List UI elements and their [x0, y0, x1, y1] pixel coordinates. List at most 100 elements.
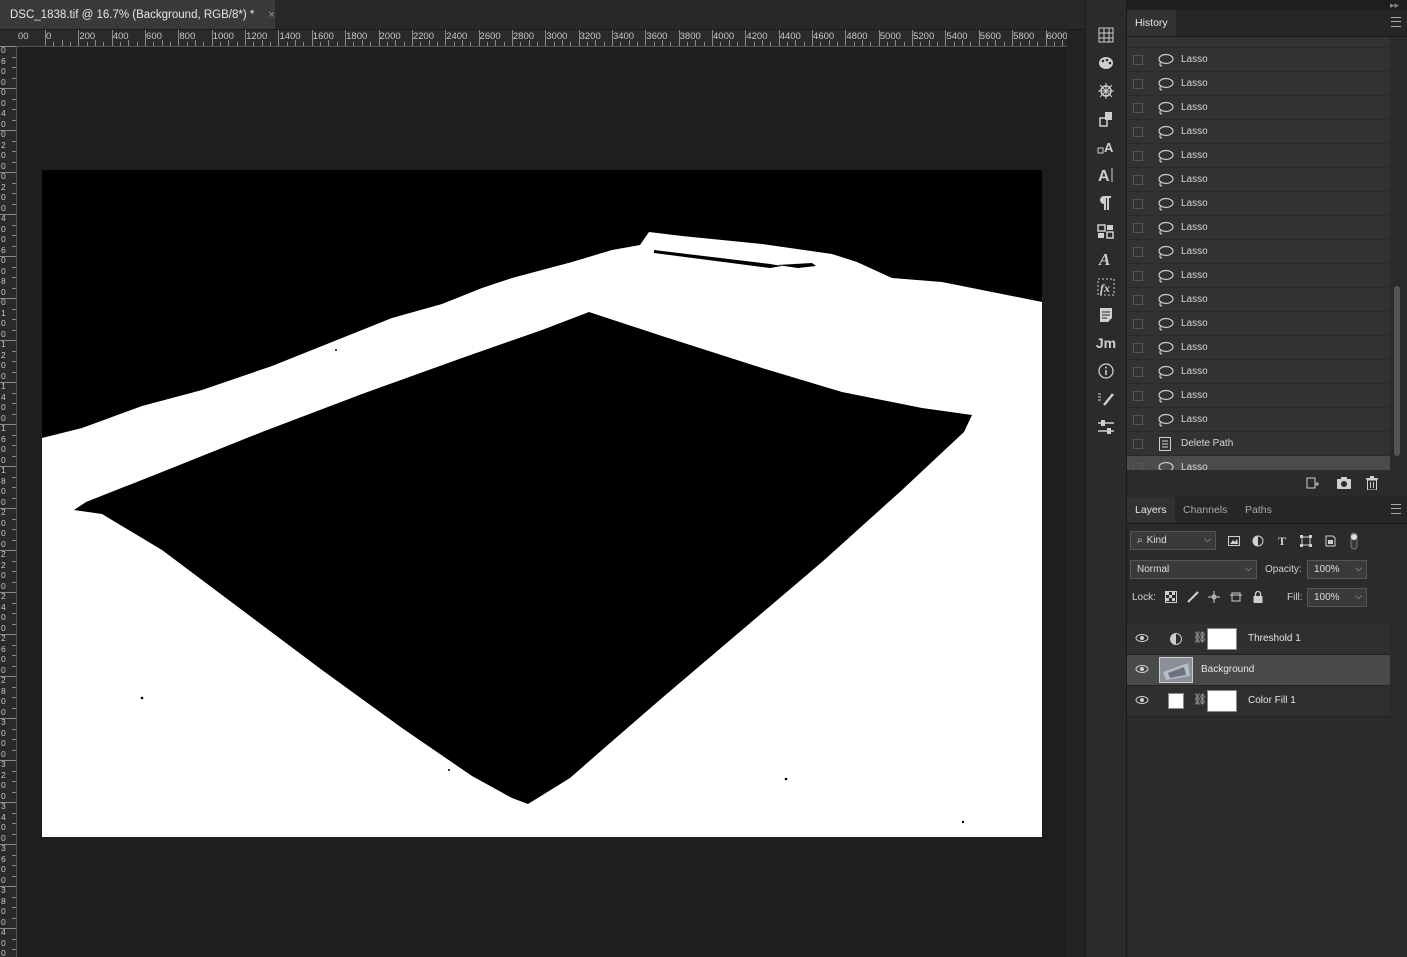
history-snapshot-checkbox[interactable] [1133, 270, 1143, 281]
history-item[interactable]: Lasso [1127, 360, 1390, 384]
layer-mask-thumbnail[interactable] [1207, 628, 1237, 650]
palette-icon[interactable] [1096, 53, 1116, 73]
filter-smart-object-icon[interactable] [1323, 534, 1337, 548]
chevron-down-icon[interactable]: ⌵ [1355, 563, 1362, 574]
layer-thumbnail[interactable] [1159, 657, 1193, 683]
link-icon[interactable]: ⛓ [1193, 631, 1207, 644]
history-item[interactable]: Lasso [1127, 120, 1390, 144]
history-item[interactable]: Lasso [1127, 384, 1390, 408]
lock-image-pixels-icon[interactable] [1186, 590, 1200, 604]
scrollbar-thumb[interactable] [1394, 286, 1400, 456]
character-style-icon[interactable]: A [1096, 137, 1116, 157]
grid-icon[interactable] [1096, 25, 1116, 45]
jm-icon[interactable]: Jm [1096, 333, 1116, 353]
filter-adjustment-icon[interactable] [1251, 534, 1265, 548]
history-item[interactable]: Lasso [1127, 240, 1390, 264]
history-snapshot-checkbox[interactable] [1133, 174, 1143, 185]
tab-channels[interactable]: Channels [1183, 497, 1227, 523]
history-item[interactable]: Lasso [1127, 288, 1390, 312]
chevron-down-icon[interactable]: ⌵ [1355, 591, 1362, 602]
layer-row-background[interactable]: Background [1127, 655, 1390, 686]
trash-icon[interactable] [1364, 475, 1380, 491]
history-list[interactable]: Lasso Lasso Lasso Lasso Lasso Lasso Lasso Lasso… [1127, 37, 1390, 471]
close-icon[interactable]: × [268, 9, 274, 21]
filter-pixel-icon[interactable] [1227, 534, 1241, 548]
ruler-minor-tick [70, 42, 71, 46]
panel-menu-icon[interactable] [1391, 504, 1401, 514]
filter-kind-select[interactable]: ⌕ Kind ⌵ [1130, 531, 1216, 550]
history-item[interactable]: Lasso [1127, 312, 1390, 336]
history-snapshot-checkbox[interactable] [1133, 294, 1143, 305]
history-snapshot-checkbox[interactable] [1133, 198, 1143, 209]
tab-history[interactable]: History [1127, 10, 1176, 36]
history-item[interactable]: Lasso [1127, 336, 1390, 360]
filter-toggle-icon[interactable] [1347, 532, 1361, 550]
filter-type-icon[interactable]: T [1275, 534, 1289, 548]
notes-icon[interactable] [1096, 305, 1116, 325]
history-snapshot-checkbox[interactable] [1133, 102, 1143, 113]
character-icon[interactable]: A [1096, 165, 1116, 185]
history-snapshot-checkbox[interactable] [1133, 78, 1143, 89]
history-item-partial[interactable] [1127, 37, 1390, 48]
history-scrollbar[interactable] [1392, 50, 1402, 462]
adjustments-icon[interactable] [1096, 417, 1116, 437]
history-item[interactable]: Lasso [1127, 144, 1390, 168]
document-canvas[interactable] [42, 170, 1042, 837]
info-icon[interactable] [1096, 361, 1116, 381]
history-item[interactable]: Lasso [1127, 456, 1390, 471]
panel-menu-icon[interactable] [1391, 17, 1401, 27]
fx-icon[interactable]: fx [1096, 277, 1116, 297]
history-snapshot-checkbox[interactable] [1133, 438, 1143, 449]
3d-icon[interactable] [1096, 221, 1116, 241]
opacity-input[interactable]: 100% ⌵ [1307, 560, 1367, 579]
eye-icon[interactable] [1135, 664, 1149, 676]
glyphs-icon[interactable]: A [1096, 249, 1116, 269]
vertical-ruler[interactable]: 0600004002000200400600800100120014001600… [0, 46, 17, 957]
history-item[interactable]: Lasso [1127, 48, 1390, 72]
lock-position-icon[interactable] [1207, 590, 1221, 604]
tab-layers[interactable]: Layers [1127, 497, 1175, 523]
history-snapshot-checkbox[interactable] [1133, 150, 1143, 161]
layer-row-threshold[interactable]: ⛓ Threshold 1 [1127, 624, 1390, 655]
history-snapshot-checkbox[interactable] [1133, 222, 1143, 233]
history-snapshot-checkbox[interactable] [1133, 414, 1143, 425]
document-tab[interactable]: DSC_1838.tif @ 16.7% (Background, RGB/8*… [0, 0, 275, 29]
history-item[interactable]: Lasso [1127, 192, 1390, 216]
history-snapshot-checkbox[interactable] [1133, 54, 1143, 65]
history-snapshot-checkbox[interactable] [1133, 390, 1143, 401]
eye-icon[interactable] [1135, 695, 1149, 707]
layer-row-color-fill[interactable]: ⛓ Color Fill 1 [1127, 686, 1390, 717]
color-swatch-thumbnail[interactable] [1168, 693, 1184, 709]
brush-presets-icon[interactable] [1096, 389, 1116, 409]
tab-paths[interactable]: Paths [1245, 497, 1272, 523]
camera-icon[interactable] [1336, 475, 1352, 491]
layer-mask-thumbnail[interactable] [1207, 690, 1237, 712]
history-item[interactable]: Lasso [1127, 96, 1390, 120]
ruler-tick-label: 0 [1, 664, 6, 675]
filter-shape-icon[interactable] [1299, 534, 1313, 548]
history-snapshot-checkbox[interactable] [1133, 366, 1143, 377]
link-icon[interactable]: ⛓ [1193, 693, 1207, 706]
history-item[interactable]: Lasso [1127, 264, 1390, 288]
history-item[interactable]: Delete Path [1127, 432, 1390, 456]
history-item[interactable]: Lasso [1127, 72, 1390, 96]
blend-mode-select[interactable]: Normal ⌵ [1130, 560, 1257, 579]
history-snapshot-checkbox[interactable] [1133, 126, 1143, 137]
paragraph-icon[interactable] [1096, 193, 1116, 213]
history-item[interactable]: Lasso [1127, 168, 1390, 192]
clone-source-icon[interactable] [1096, 109, 1116, 129]
horizontal-ruler[interactable]: 00 0 200 400 600 800 1000 1200 1400 1600 1800 2000 2… [17, 30, 1067, 47]
fill-input[interactable]: 100% ⌵ [1307, 588, 1367, 607]
eye-icon[interactable] [1135, 633, 1149, 645]
lock-all-icon[interactable] [1251, 590, 1265, 604]
new-document-from-state-icon[interactable] [1304, 475, 1320, 491]
history-snapshot-checkbox[interactable] [1133, 342, 1143, 353]
history-item[interactable]: Lasso [1127, 408, 1390, 432]
history-snapshot-checkbox[interactable] [1133, 318, 1143, 329]
lock-artboard-icon[interactable] [1229, 590, 1243, 604]
navigator-icon[interactable] [1096, 81, 1116, 101]
workspace-scrollbar[interactable] [1067, 30, 1085, 957]
lock-transparent-pixels-icon[interactable] [1164, 590, 1178, 604]
history-item[interactable]: Lasso [1127, 216, 1390, 240]
history-snapshot-checkbox[interactable] [1133, 246, 1143, 257]
